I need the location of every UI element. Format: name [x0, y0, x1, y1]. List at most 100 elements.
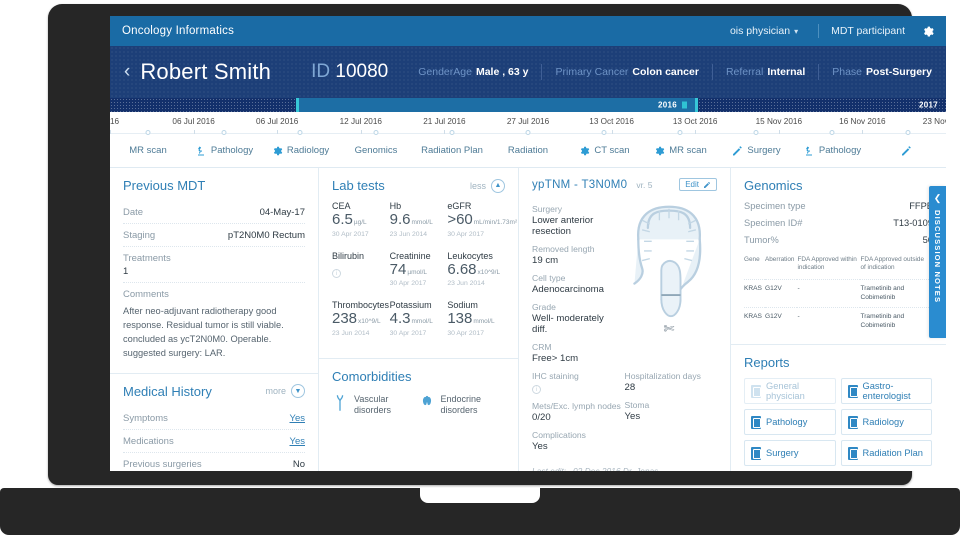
column-previous-mdt: Previous MDT Date 04-May-17 Staging pT2N… — [110, 168, 318, 471]
lab-test-value: 74µmol/L — [389, 260, 427, 278]
report-label: Surgery — [766, 447, 799, 458]
meta-value: Male , 63 y — [475, 66, 529, 78]
card-comorbidities: Comorbidities Vascular disorders Endocri… — [319, 359, 518, 417]
timeline-event-pathology[interactable]: Pathology — [794, 130, 870, 167]
timeline-event-pathology[interactable]: Pathology — [186, 130, 262, 167]
timeline-event-node — [145, 130, 151, 135]
edit-button-label: Edit — [685, 180, 699, 189]
timeline-segment-right[interactable]: 2017 — [698, 98, 946, 112]
thyroid-icon — [419, 394, 435, 415]
chevron-up-icon[interactable]: ▲ — [491, 178, 505, 193]
yptnm-version: vr. 5 — [636, 179, 653, 190]
lab-test-date: 30 Apr 2017 — [389, 329, 427, 337]
page-title: Robert Smith — [140, 59, 272, 84]
column-lab-tests: Lab tests less ▲ CEA 6.5µg/L 30 Apr 2017 Hb… — [318, 168, 518, 471]
card-reports: Reports General physician Gastro-enterolo… — [731, 345, 946, 471]
timeline-event-item-10[interactable] — [870, 130, 946, 167]
comorbidity-endocrine[interactable]: Endocrine disorders — [419, 394, 506, 417]
table-column-header: Aberration — [764, 256, 795, 263]
timeline-event-node — [373, 130, 379, 135]
timeline-event-label: MR scan — [129, 144, 167, 156]
current-user[interactable]: ois physician — [730, 25, 790, 37]
gear-icon — [271, 145, 283, 157]
yptnm-field-label: Complications — [532, 430, 586, 440]
comorbidity-vascular[interactable]: Vascular disorders — [332, 394, 419, 417]
report-pathology[interactable]: Pathology — [744, 409, 836, 436]
info-icon[interactable]: i — [532, 385, 541, 394]
lab-test-value: 6.5µg/L — [332, 211, 367, 228]
lab-test-name: Creatinine — [389, 250, 431, 261]
report-label: Pathology — [766, 416, 808, 427]
table-cell: - — [797, 278, 861, 308]
gear-icon[interactable] — [921, 25, 934, 38]
meta-key: Referral — [725, 66, 764, 78]
timeline-date: 13 Oct 2016 — [589, 117, 634, 126]
timeline-date: 12 Jul 2016 — [339, 117, 382, 126]
row-value: pT2N0M0 Rectum — [227, 230, 305, 241]
report-general-physician[interactable]: General physician — [744, 378, 836, 405]
chevron-left-icon[interactable]: ‹ — [124, 61, 130, 83]
timeline-segment-left[interactable] — [110, 98, 296, 112]
row-value: After neo-adjuvant radiotherapy good res… — [123, 306, 284, 358]
report-gastro-enterologist[interactable]: Gastro-enterologist — [840, 378, 932, 405]
yptnm-title: ypTNM - T3N0M0 — [532, 178, 628, 191]
pen-icon — [731, 145, 743, 157]
user-role[interactable]: MDT participant — [831, 25, 905, 37]
timeline-scrubber[interactable]: 2016 2017 — [110, 98, 946, 112]
scissors-icon: ✄ — [663, 321, 675, 336]
table-column-header: FDA Approved outside of indication — [860, 256, 925, 272]
chevron-down-icon[interactable]: ▼ — [291, 384, 305, 399]
lab-test-date: 23 Jun 2014 — [389, 230, 428, 238]
card-previous-mdt: Previous MDT Date 04-May-17 Staging pT2N… — [110, 168, 318, 365]
row-treatments: Treatments 1 — [123, 247, 305, 283]
card-title-previous-mdt: Previous MDT — [123, 178, 206, 193]
discussion-notes-rail[interactable]: ❮ DISCUSSION NOTES — [929, 186, 946, 338]
more-label[interactable]: more — [265, 386, 286, 396]
timeline-event-tabs[interactable]: MR scan Pathology Radiology Genomics Radiati… — [110, 130, 946, 168]
timeline-event-label: Genomics — [354, 144, 398, 156]
info-icon[interactable]: i — [332, 268, 341, 278]
yptnm-fields-bottom-right: Hospitalization days 28 Stoma Yes — [625, 364, 718, 452]
lab-test-value: 6.68x10^9/L — [447, 260, 501, 278]
lab-test-item: CEA 6.5µg/L 30 Apr 2017 — [332, 201, 390, 238]
report-radiation-plan[interactable]: Radiation Plan — [840, 440, 932, 467]
card-title-medical-history: Medical History more ▼ — [123, 384, 305, 399]
timeline-event-node — [297, 130, 303, 135]
card-medical-history: Medical History more ▼ Symptoms Yes Medica… — [110, 374, 318, 471]
lab-test-unit: x10^9/L — [358, 318, 381, 325]
timeline-event-ct-scan[interactable]: CT scan — [566, 130, 642, 167]
timeline-segment-active[interactable]: 2016 — [299, 98, 695, 112]
artery-icon — [332, 394, 348, 415]
medical-history-row: Medications Yes — [123, 430, 305, 453]
timeline-event-mr-scan[interactable]: MR scan — [110, 130, 186, 167]
user-caret-icon[interactable]: ▾ — [794, 27, 798, 36]
timeline-year-label: 2016 — [658, 100, 677, 110]
yptnm-field-label: Removed length — [532, 244, 595, 254]
row-value[interactable]: Yes — [290, 436, 306, 447]
timeline-event-radiation[interactable]: Radiation — [490, 130, 566, 167]
patient-header: ‹ Robert Smith ID 10080 GenderAge Male , … — [110, 46, 946, 98]
table-cell: KRAS — [744, 278, 765, 308]
report-radiology[interactable]: Radiology — [840, 409, 932, 436]
timeline-event-surgery[interactable]: Surgery — [718, 130, 794, 167]
microscope-icon — [195, 145, 207, 157]
timeline-event-mr-scan[interactable]: MR scan — [642, 130, 718, 167]
yptnm-field-value: Free> 1cm — [532, 353, 579, 364]
yptnm-field-value: 19 cm — [532, 255, 559, 266]
edit-button[interactable]: Edit — [679, 178, 717, 191]
timeline-event-radiation-plan[interactable]: Radiation Plan — [414, 130, 490, 167]
less-label[interactable]: less — [470, 181, 486, 191]
lab-test-item: Thrombocytes 238x10^9/L 23 Jun 2014 — [332, 300, 390, 337]
report-label: Gastro-enterologist — [862, 380, 911, 402]
timeline-event-label: Radiation — [507, 144, 549, 156]
meta-key: Phase — [832, 66, 863, 78]
yptnm-field-label: CRM — [532, 342, 552, 352]
row-value[interactable]: Yes — [290, 413, 306, 424]
table-column-header: Gene — [744, 256, 760, 263]
lab-test-item: Hb 9.6mmol/L 23 Jun 2014 — [390, 201, 448, 238]
report-surgery[interactable]: Surgery — [744, 440, 836, 467]
timeline-event-genomics[interactable]: Genomics — [338, 130, 414, 167]
chevron-left-icon[interactable]: ❮ — [934, 193, 942, 204]
timeline-event-radiology[interactable]: Radiology — [262, 130, 338, 167]
row-label: Specimen type — [744, 200, 806, 211]
